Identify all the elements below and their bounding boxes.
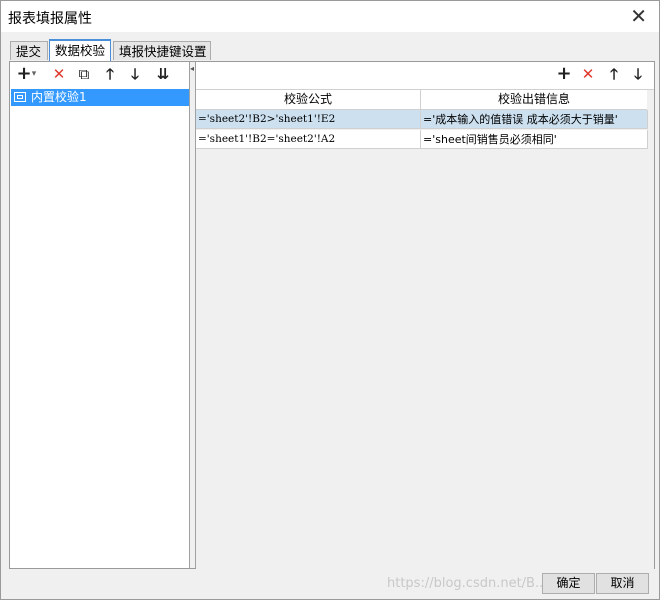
tab-shortcut-settings[interactable]: 填报快捷键设置 — [113, 41, 211, 60]
validation-table: 校验公式 校验出错信息 ='sheet2'!B2>'sheet1'!E2 ='成… — [196, 89, 654, 569]
message-cell[interactable]: ='sheet间销售员必须相同' — [421, 130, 648, 149]
add-dropdown-icon[interactable]: ▾ — [29, 64, 39, 84]
collapse-arrow-icon[interactable]: ◂ — [190, 64, 194, 73]
cancel-button[interactable]: 取消 — [596, 573, 649, 594]
validation-item-icon — [14, 92, 26, 102]
move-up-icon[interactable]: 🡑 — [100, 64, 120, 84]
add-row-icon[interactable]: + — [554, 64, 574, 84]
delete-icon[interactable]: ✕ — [49, 64, 69, 84]
row-down-icon[interactable]: 🡓 — [628, 64, 648, 84]
tree-item-label: 内置校验1 — [31, 90, 87, 104]
tree-item-builtin-validation[interactable]: 内置校验1 — [11, 89, 189, 106]
table-row[interactable]: ='sheet1'!B2='sheet2'!A2 ='sheet间销售员必须相同… — [196, 130, 648, 149]
validation-list-pane: + ▾ ✕ ⧉ 🡑 🡓 ⇊ 内置校验1 — [10, 62, 190, 568]
watermark-text: https://blog.csdn.net/B... — [387, 576, 548, 591]
window-title: 报表填报属性 — [8, 11, 92, 27]
right-toolbar: + ✕ 🡑 🡓 — [196, 62, 654, 88]
copy-icon[interactable]: ⧉ — [74, 64, 94, 84]
header-formula[interactable]: 校验公式 — [196, 90, 421, 110]
table-row[interactable]: ='sheet2'!B2>'sheet1'!E2 ='成本输入的值错误 成本必须… — [196, 110, 648, 129]
ok-button[interactable]: 确定 — [542, 573, 595, 594]
title-bar: 报表填报属性 ✕ — [1, 1, 659, 32]
tab-data-validation[interactable]: 数据校验 — [49, 39, 111, 61]
validation-detail-pane: + ✕ 🡑 🡓 校验公式 校验出错信息 ='sheet2'!B2>'sheet1… — [196, 62, 654, 569]
tab-panel: + ▾ ✕ ⧉ 🡑 🡓 ⇊ 内置校验1 ◂ + ✕ 🡑 🡓 校验公式 校验出错信… — [9, 61, 655, 569]
move-to-bottom-icon[interactable]: ⇊ — [153, 64, 173, 84]
formula-cell[interactable]: ='sheet1'!B2='sheet2'!A2 — [196, 130, 421, 149]
left-toolbar: + ▾ ✕ ⧉ 🡑 🡓 ⇊ — [10, 62, 189, 86]
formula-cell[interactable]: ='sheet2'!B2>'sheet1'!E2 — [196, 110, 421, 129]
close-icon[interactable]: ✕ — [630, 4, 647, 28]
row-up-icon[interactable]: 🡑 — [604, 64, 624, 84]
message-cell[interactable]: ='成本输入的值错误 成本必须大于销量' — [421, 110, 648, 129]
move-down-icon[interactable]: 🡓 — [125, 64, 145, 84]
dialog: 报表填报属性 ✕ 提交 数据校验 填报快捷键设置 + ▾ ✕ ⧉ 🡑 🡓 ⇊ 内… — [0, 0, 660, 600]
tab-submit[interactable]: 提交 — [10, 41, 48, 60]
delete-row-icon[interactable]: ✕ — [578, 64, 598, 84]
header-error-message[interactable]: 校验出错信息 — [421, 90, 647, 110]
